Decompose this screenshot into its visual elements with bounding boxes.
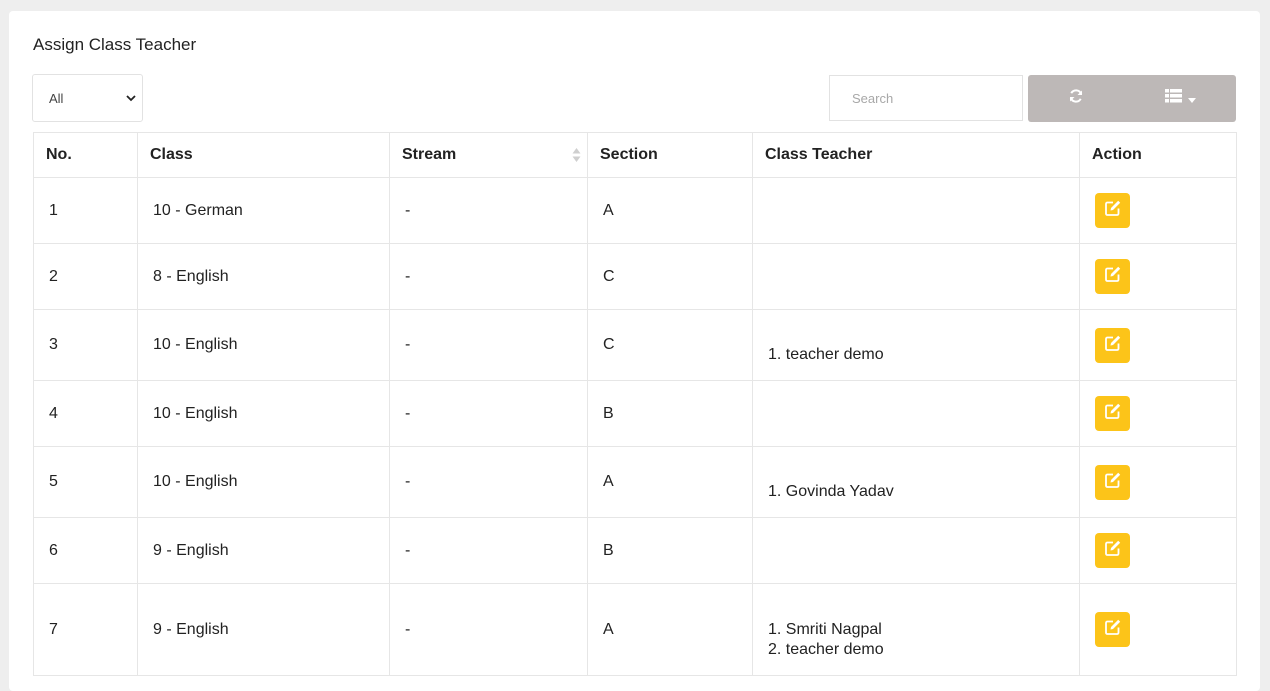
class-filter-select[interactable]: All [32, 74, 143, 122]
edit-icon [1104, 618, 1122, 641]
cell-action [1079, 243, 1237, 310]
edit-button[interactable] [1095, 533, 1130, 568]
assign-class-teacher-card: Assign Class Teacher All Search No. Clas… [9, 11, 1260, 691]
cell-no: 1 [33, 177, 138, 244]
cell-class-teacher [752, 517, 1080, 584]
edit-button[interactable] [1095, 193, 1130, 228]
cell-action [1079, 446, 1237, 518]
cell-class-teacher [752, 380, 1080, 447]
cell-section: A [587, 446, 753, 518]
cell-class-teacher: 1. Govinda Yadav [752, 446, 1080, 518]
column-header-stream[interactable]: Stream [389, 132, 588, 178]
table-toolbar [1028, 75, 1236, 122]
table-row: 5 10 - English - A 1. Govinda Yadav [33, 446, 1237, 518]
column-header-class-teacher[interactable]: Class Teacher [752, 132, 1080, 178]
cell-class-teacher [752, 243, 1080, 310]
edit-icon [1104, 265, 1122, 288]
edit-icon [1104, 539, 1122, 562]
edit-icon [1104, 471, 1122, 494]
cell-stream: - [389, 446, 588, 518]
page-title: Assign Class Teacher [33, 35, 197, 54]
cell-class: 10 - English [137, 446, 390, 518]
column-header-no[interactable]: No. [33, 132, 138, 178]
cell-no: 2 [33, 243, 138, 310]
cell-stream: - [389, 517, 588, 584]
sort-icon [572, 147, 581, 168]
teacher-name: 1. teacher demo [768, 346, 884, 363]
chevron-down-icon [120, 87, 142, 109]
edit-button[interactable] [1095, 464, 1130, 500]
cell-section: B [587, 380, 753, 447]
edit-button[interactable] [1095, 396, 1130, 431]
cell-stream: - [389, 309, 588, 381]
cell-no: 4 [33, 380, 138, 447]
table-row: 1 10 - German - A [33, 177, 1237, 244]
column-header-action: Action [1079, 132, 1237, 178]
column-header-class[interactable]: Class [137, 132, 390, 178]
cell-section: A [587, 177, 753, 244]
teacher-name: 1. Govinda Yadav [768, 483, 894, 500]
cell-class: 10 - German [137, 177, 390, 244]
cell-class: 10 - English [137, 309, 390, 381]
teacher-name: 2. teacher demo [768, 640, 884, 658]
cell-class-teacher [752, 177, 1080, 244]
table-row: 6 9 - English - B [33, 517, 1237, 584]
class-teacher-table: No. Class Stream Section Class Teacher A… [33, 132, 1237, 676]
cell-no: 3 [33, 309, 138, 381]
cell-class-teacher: 1. teacher demo [752, 309, 1080, 381]
cell-action [1079, 177, 1237, 244]
column-header-section[interactable]: Section [587, 132, 753, 178]
table-header-row: No. Class Stream Section Class Teacher A… [33, 132, 1237, 178]
edit-icon [1104, 199, 1122, 222]
cell-stream: - [389, 380, 588, 447]
cell-action [1079, 309, 1237, 381]
cell-stream: - [389, 177, 588, 244]
cell-section: C [587, 309, 753, 381]
cell-class: 10 - English [137, 380, 390, 447]
refresh-icon [1068, 88, 1084, 109]
column-header-stream-label: Stream [402, 146, 457, 163]
table-row: 2 8 - English - C [33, 243, 1237, 310]
edit-button[interactable] [1095, 612, 1130, 647]
edit-button[interactable] [1095, 327, 1130, 363]
teacher-name: 1. Smriti Nagpal [768, 620, 882, 638]
cell-class: 8 - English [137, 243, 390, 310]
cell-class: 9 - English [137, 517, 390, 584]
edit-icon [1104, 402, 1122, 425]
caret-down-icon [1187, 90, 1196, 108]
columns-toggle-button[interactable] [1124, 75, 1236, 122]
edit-icon [1104, 334, 1122, 357]
cell-no: 6 [33, 517, 138, 584]
cell-stream: - [389, 243, 588, 310]
cell-no: 5 [33, 446, 138, 518]
cell-action [1079, 517, 1237, 584]
filter-selected-value: All [49, 90, 64, 106]
cell-section: B [587, 517, 753, 584]
cell-action [1079, 380, 1237, 447]
edit-button[interactable] [1095, 259, 1130, 294]
table-row: 3 10 - English - C 1. teacher demo [33, 309, 1237, 381]
cell-section: C [587, 243, 753, 310]
table-row: 4 10 - English - B [33, 380, 1237, 447]
search-input[interactable] [829, 75, 1023, 121]
columns-icon [1164, 89, 1182, 108]
refresh-button[interactable] [1028, 75, 1124, 122]
